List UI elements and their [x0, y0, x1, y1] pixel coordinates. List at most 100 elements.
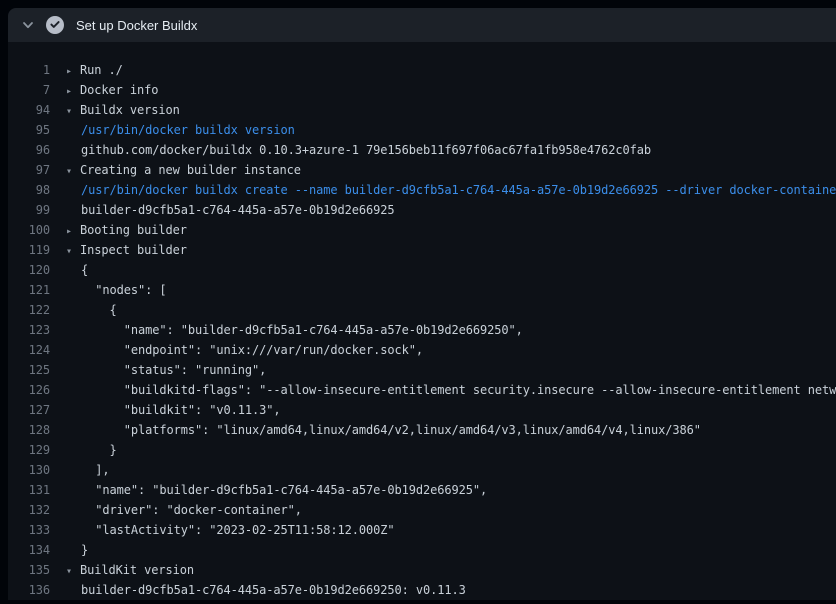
chevron-down-icon[interactable]: [16, 13, 40, 37]
caret-right-icon[interactable]: ▸: [66, 82, 80, 102]
log-output-text: github.com/docker/buildx 0.10.3+azure-1 …: [66, 140, 651, 160]
log-output-text: "buildkitd-flags": "--allow-insecure-ent…: [66, 380, 836, 400]
line-number[interactable]: 134: [8, 540, 50, 560]
log-row: 127 "buildkit": "v0.11.3",: [8, 400, 836, 420]
log-output-text: "name": "builder-d9cfb5a1-c764-445a-a57e…: [66, 480, 487, 500]
log-group-toggle[interactable]: ▾Creating a new builder instance: [66, 160, 301, 180]
log-row: 124 "endpoint": "unix:///var/run/docker.…: [8, 340, 836, 360]
line-number[interactable]: 131: [8, 480, 50, 500]
caret-right-icon[interactable]: ▸: [66, 222, 80, 242]
log-row[interactable]: 1 ▸Run ./: [8, 60, 836, 80]
log-output-text: "buildkit": "v0.11.3",: [66, 400, 281, 420]
log-output-text: {: [66, 260, 88, 280]
step-header[interactable]: Set up Docker Buildx: [8, 8, 836, 42]
log-output-text: builder-d9cfb5a1-c764-445a-a57e-0b19d2e6…: [66, 580, 466, 600]
log-output-text: "name": "builder-d9cfb5a1-c764-445a-a57e…: [66, 320, 523, 340]
log-output-text: builder-d9cfb5a1-c764-445a-a57e-0b19d2e6…: [66, 200, 394, 220]
check-circle-icon: [46, 16, 64, 34]
log-row[interactable]: 97 ▾Creating a new builder instance: [8, 160, 836, 180]
log-row[interactable]: 135 ▾BuildKit version: [8, 560, 836, 580]
group-label: Run ./: [80, 63, 123, 77]
log-row: 125 "status": "running",: [8, 360, 836, 380]
log-output-text: {: [66, 300, 117, 320]
group-label: BuildKit version: [80, 563, 194, 577]
log-output-text: "nodes": [: [66, 280, 167, 300]
line-number[interactable]: 124: [8, 340, 50, 360]
log-row: 122 {: [8, 300, 836, 320]
line-number[interactable]: 120: [8, 260, 50, 280]
log-row[interactable]: 100 ▸Booting builder: [8, 220, 836, 240]
log-output-text: "driver": "docker-container",: [66, 500, 302, 520]
group-label: Docker info: [80, 83, 158, 97]
log-output-text: "endpoint": "unix:///var/run/docker.sock…: [66, 340, 423, 360]
line-number[interactable]: 94: [8, 100, 50, 120]
line-number[interactable]: 127: [8, 400, 50, 420]
log-group-toggle[interactable]: ▸Booting builder: [66, 220, 187, 240]
line-number[interactable]: 122: [8, 300, 50, 320]
log-row[interactable]: 119 ▾Inspect builder: [8, 240, 836, 260]
log-output-text: }: [66, 440, 117, 460]
log-row: 134 }: [8, 540, 836, 560]
line-number[interactable]: 1: [8, 60, 50, 80]
caret-down-icon[interactable]: ▾: [66, 242, 80, 262]
line-number[interactable]: 96: [8, 140, 50, 160]
log-row: 126 "buildkitd-flags": "--allow-insecure…: [8, 380, 836, 400]
log-group-toggle[interactable]: ▾Inspect builder: [66, 240, 187, 260]
line-number[interactable]: 97: [8, 160, 50, 180]
log-group-toggle[interactable]: ▾Buildx version: [66, 100, 180, 120]
line-number[interactable]: 129: [8, 440, 50, 460]
log-output-text: "lastActivity": "2023-02-25T11:58:12.000…: [66, 520, 394, 540]
step-title: Set up Docker Buildx: [76, 18, 197, 33]
log-row[interactable]: 7 ▸Docker info: [8, 80, 836, 100]
log-group-toggle[interactable]: ▸Docker info: [66, 80, 158, 100]
group-label: Buildx version: [80, 103, 180, 117]
group-label: Booting builder: [80, 223, 187, 237]
log-row: 121 "nodes": [: [8, 280, 836, 300]
log-row: 95 /usr/bin/docker buildx version: [8, 120, 836, 140]
log-row: 99 builder-d9cfb5a1-c764-445a-a57e-0b19d…: [8, 200, 836, 220]
log-row: 130 ],: [8, 460, 836, 480]
line-number[interactable]: 99: [8, 200, 50, 220]
log-row: 133 "lastActivity": "2023-02-25T11:58:12…: [8, 520, 836, 540]
log-row: 98 /usr/bin/docker buildx create --name …: [8, 180, 836, 200]
log-row: 128 "platforms": "linux/amd64,linux/amd6…: [8, 420, 836, 440]
log-group-toggle[interactable]: ▸Run ./: [66, 60, 123, 80]
log-row[interactable]: 94 ▾Buildx version: [8, 100, 836, 120]
line-number[interactable]: 119: [8, 240, 50, 260]
log-row: 120 {: [8, 260, 836, 280]
line-number[interactable]: 133: [8, 520, 50, 540]
line-number[interactable]: 136: [8, 580, 50, 600]
line-number[interactable]: 121: [8, 280, 50, 300]
log-output-text: "status": "running",: [66, 360, 266, 380]
log-row: 129 }: [8, 440, 836, 460]
log-output-text: }: [66, 540, 88, 560]
caret-down-icon[interactable]: ▾: [66, 562, 80, 582]
log-command-text: /usr/bin/docker buildx create --name bui…: [66, 180, 836, 200]
log-row: 123 "name": "builder-d9cfb5a1-c764-445a-…: [8, 320, 836, 340]
log-row: 131 "name": "builder-d9cfb5a1-c764-445a-…: [8, 480, 836, 500]
caret-right-icon[interactable]: ▸: [66, 62, 80, 82]
log-row: 136 builder-d9cfb5a1-c764-445a-a57e-0b19…: [8, 580, 836, 600]
line-number[interactable]: 135: [8, 560, 50, 580]
log-row: 132 "driver": "docker-container",: [8, 500, 836, 520]
line-number[interactable]: 132: [8, 500, 50, 520]
line-number[interactable]: 130: [8, 460, 50, 480]
log-command-text: /usr/bin/docker buildx version: [66, 120, 295, 140]
group-label: Creating a new builder instance: [80, 163, 301, 177]
log-output-text: "platforms": "linux/amd64,linux/amd64/v2…: [66, 420, 701, 440]
line-number[interactable]: 125: [8, 360, 50, 380]
line-number[interactable]: 123: [8, 320, 50, 340]
group-label: Inspect builder: [80, 243, 187, 257]
log-group-toggle[interactable]: ▾BuildKit version: [66, 560, 194, 580]
line-number[interactable]: 7: [8, 80, 50, 100]
log-output-text: ],: [66, 460, 110, 480]
line-number[interactable]: 100: [8, 220, 50, 240]
log-viewer: 1 ▸Run ./ 7 ▸Docker info 94 ▾Buildx vers…: [8, 42, 836, 600]
caret-down-icon[interactable]: ▾: [66, 162, 80, 182]
line-number[interactable]: 95: [8, 120, 50, 140]
line-number[interactable]: 126: [8, 380, 50, 400]
line-number[interactable]: 98: [8, 180, 50, 200]
caret-down-icon[interactable]: ▾: [66, 102, 80, 122]
line-number[interactable]: 128: [8, 420, 50, 440]
log-row: 96 github.com/docker/buildx 0.10.3+azure…: [8, 140, 836, 160]
